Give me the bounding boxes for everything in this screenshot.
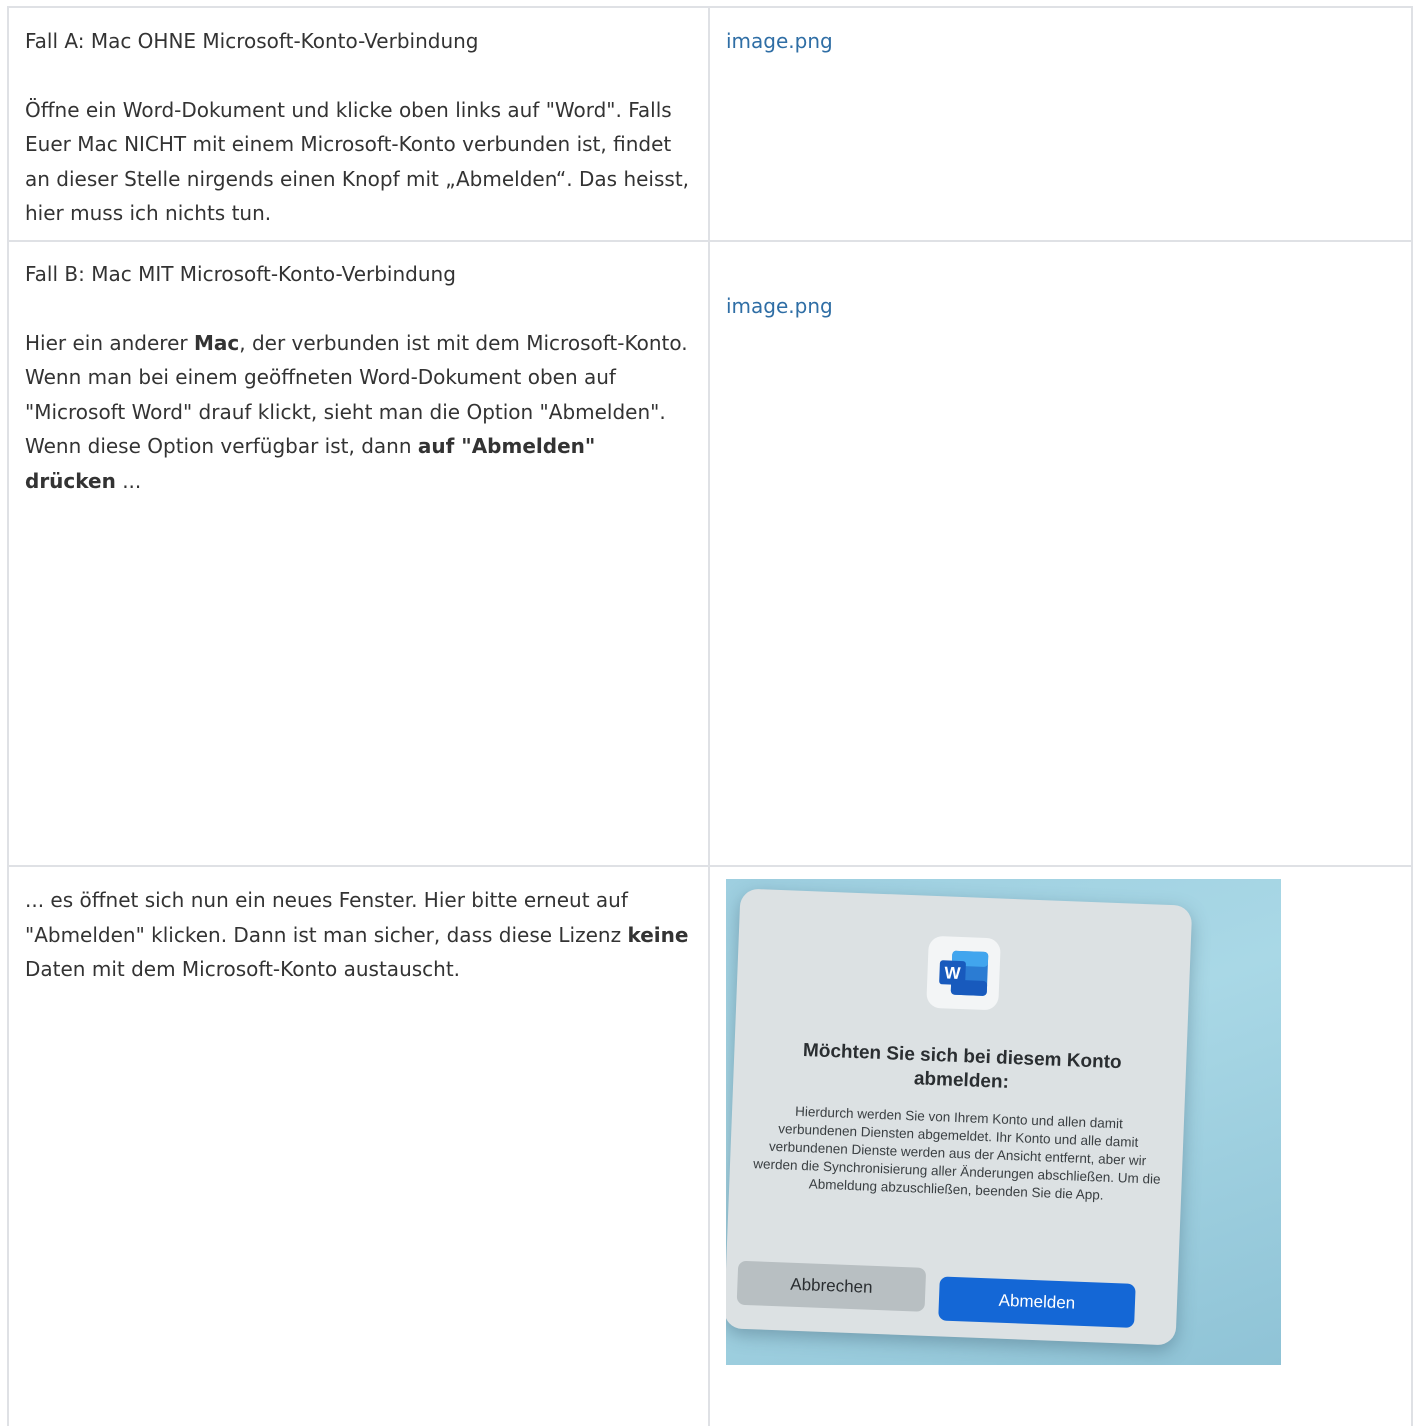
table-row: ... es öffnet sich nun ein neues Fenster… bbox=[7, 865, 1413, 1426]
step-bold-1: keine bbox=[627, 922, 689, 947]
word-app-icon: W bbox=[926, 935, 1001, 1011]
table-cell-step-image: W Möchten Sie sich bei diesem Konto abme… bbox=[708, 865, 1413, 1426]
case-b-heading: Fall B: Mac MIT Microsoft-Konto-Verbindu… bbox=[25, 262, 456, 286]
signout-dialog: W Möchten Sie sich bei diesem Konto abme… bbox=[726, 888, 1193, 1346]
dialog-message: Hierdurch werden Sie von Ihrem Konto und… bbox=[753, 1103, 1161, 1203]
content-table: Fall A: Mac OHNE Microsoft-Konto-Verbind… bbox=[7, 6, 1413, 1426]
step-text-2: Daten mit dem Microsoft-Konto austauscht… bbox=[25, 957, 461, 981]
table-cell-step-text: ... es öffnet sich nun ein neues Fenster… bbox=[7, 865, 710, 1426]
cancel-button: Abbrechen bbox=[736, 1260, 927, 1312]
table-cell-case-b-image: image.png bbox=[708, 240, 1413, 867]
word-logo-icon: W bbox=[939, 950, 989, 996]
step-description: ... es öffnet sich nun ein neues Fenster… bbox=[25, 883, 692, 987]
table-row: Fall A: Mac OHNE Microsoft-Konto-Verbind… bbox=[7, 6, 1413, 242]
table-row: Fall B: Mac MIT Microsoft-Konto-Verbindu… bbox=[7, 240, 1413, 867]
case-b-text-1: Hier ein anderer bbox=[25, 330, 194, 355]
case-a-description: Öffne ein Word-Dokument und klicke oben … bbox=[25, 97, 690, 226]
case-a-heading: Fall A: Mac OHNE Microsoft-Konto-Verbind… bbox=[25, 29, 479, 53]
image-file-link[interactable]: image.png bbox=[726, 294, 833, 318]
table-cell-case-b-text: Fall B: Mac MIT Microsoft-Konto-Verbindu… bbox=[7, 240, 710, 867]
step-text-1: ... es öffnet sich nun ein neues Fenster… bbox=[25, 888, 628, 947]
case-b-description: Hier ein anderer Mac, der verbunden ist … bbox=[25, 326, 692, 499]
case-b-bold-1: Mac bbox=[193, 330, 240, 355]
svg-text:W: W bbox=[944, 963, 962, 983]
signout-dialog-screenshot: W Möchten Sie sich bei diesem Konto abme… bbox=[726, 879, 1281, 1365]
image-file-link[interactable]: image.png bbox=[726, 29, 833, 53]
signout-button: Abmelden bbox=[938, 1276, 1136, 1328]
case-b-text-3: ... bbox=[115, 468, 142, 493]
table-cell-case-a-text: Fall A: Mac OHNE Microsoft-Konto-Verbind… bbox=[7, 6, 710, 242]
table-cell-case-a-image: image.png bbox=[708, 6, 1413, 242]
dialog-title: Möchten Sie sich bei diesem Konto abmeld… bbox=[802, 1040, 1123, 1093]
